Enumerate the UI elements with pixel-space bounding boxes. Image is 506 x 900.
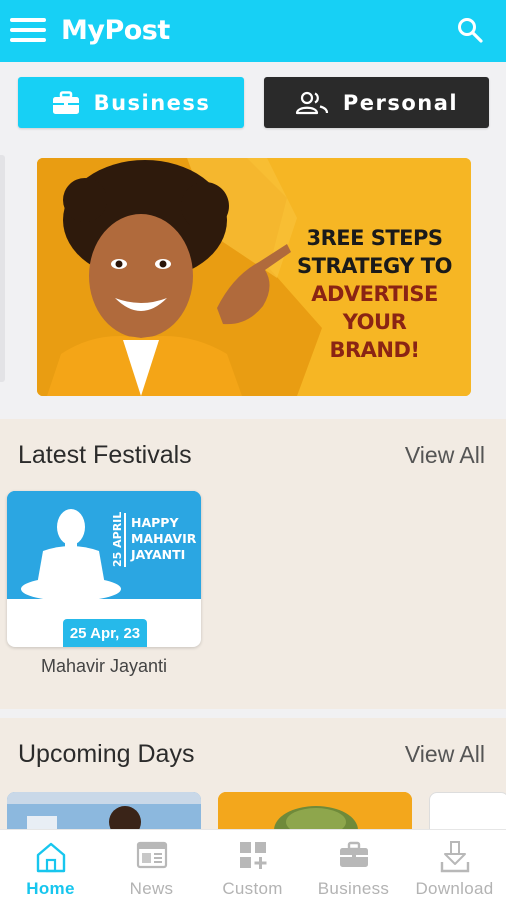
- bottom-navigation: Home News Custom Business Download: [0, 829, 506, 900]
- nav-news-label: News: [129, 879, 174, 898]
- business-tab-button[interactable]: Business: [18, 77, 244, 128]
- upcoming-day-card[interactable]: [429, 792, 506, 830]
- previous-banner-peek[interactable]: [0, 155, 5, 382]
- nav-home-label: Home: [26, 879, 75, 898]
- nav-custom-label: Custom: [222, 879, 283, 898]
- nav-download-label: Download: [415, 879, 494, 898]
- latest-festivals-view-all-link[interactable]: View All: [405, 442, 485, 469]
- nav-news[interactable]: News: [101, 830, 202, 900]
- business-tab-label: Business: [93, 90, 211, 115]
- greeting-line: JAYANTI: [131, 547, 186, 562]
- nav-home[interactable]: Home: [0, 830, 101, 900]
- festival-date-badge: 25 Apr, 23: [63, 619, 147, 647]
- festival-name[interactable]: Mahavir Jayanti: [7, 656, 201, 677]
- search-icon[interactable]: [456, 16, 484, 44]
- nav-business-label: Business: [317, 879, 390, 898]
- upcoming-card-image: [7, 792, 201, 830]
- upcoming-days-view-all-link[interactable]: View All: [405, 741, 485, 768]
- greeting-line: HAPPY: [131, 515, 179, 530]
- upcoming-day-card[interactable]: [7, 792, 201, 830]
- festival-card[interactable]: 25 APRIL HAPPY MAHAVIR JAYANTI 25 Apr, 2…: [7, 491, 201, 647]
- latest-festivals-title: Latest Festivals: [18, 441, 192, 469]
- news-icon: [136, 841, 167, 869]
- banner-carousel[interactable]: 3REE STEPS STRATEGY TO ADVERTISE YOUR BR…: [0, 137, 506, 419]
- festival-card-greeting: HAPPY MAHAVIR JAYANTI: [131, 515, 196, 563]
- nav-custom[interactable]: Custom: [202, 830, 303, 900]
- banner-line: ADVERTISE YOUR: [311, 282, 438, 334]
- banner-headline: 3REE STEPS STRATEGY TO ADVERTISE YOUR BR…: [287, 224, 462, 364]
- briefcase-icon: [52, 90, 79, 114]
- app-title: MyPost: [61, 15, 170, 46]
- greeting-line: MAHAVIR: [131, 531, 197, 546]
- banner-line: STRATEGY TO: [297, 254, 452, 278]
- personal-tab-button[interactable]: Personal: [264, 77, 489, 128]
- upcoming-card-image: [218, 792, 412, 830]
- nav-download[interactable]: Download: [404, 830, 505, 900]
- banner-line: 3REE STEPS: [306, 226, 443, 250]
- promo-banner[interactable]: 3REE STEPS STRATEGY TO ADVERTISE YOUR BR…: [37, 158, 471, 396]
- home-icon: [36, 842, 65, 873]
- custom-grid-icon: [239, 842, 266, 869]
- personal-tab-label: Personal: [342, 90, 459, 115]
- nav-business[interactable]: Business: [303, 830, 404, 900]
- category-toggle: Business Personal: [0, 69, 506, 137]
- briefcase-icon: [339, 841, 368, 867]
- app-header: MyPost: [0, 0, 506, 62]
- hamburger-menu-icon[interactable]: [10, 18, 46, 44]
- download-icon: [440, 841, 469, 873]
- upcoming-day-card[interactable]: [218, 792, 412, 830]
- people-icon: [295, 91, 328, 114]
- festival-card-image: 25 APRIL HAPPY MAHAVIR JAYANTI: [7, 491, 201, 609]
- festival-card-side-date: 25 APRIL: [111, 511, 124, 567]
- upcoming-days-title: Upcoming Days: [18, 740, 195, 768]
- banner-line: BRAND!: [329, 338, 420, 362]
- latest-festivals-section: Latest Festivals View All 25 APRIL HAPPY…: [0, 419, 506, 709]
- upcoming-days-section: Upcoming Days View All: [0, 718, 506, 830]
